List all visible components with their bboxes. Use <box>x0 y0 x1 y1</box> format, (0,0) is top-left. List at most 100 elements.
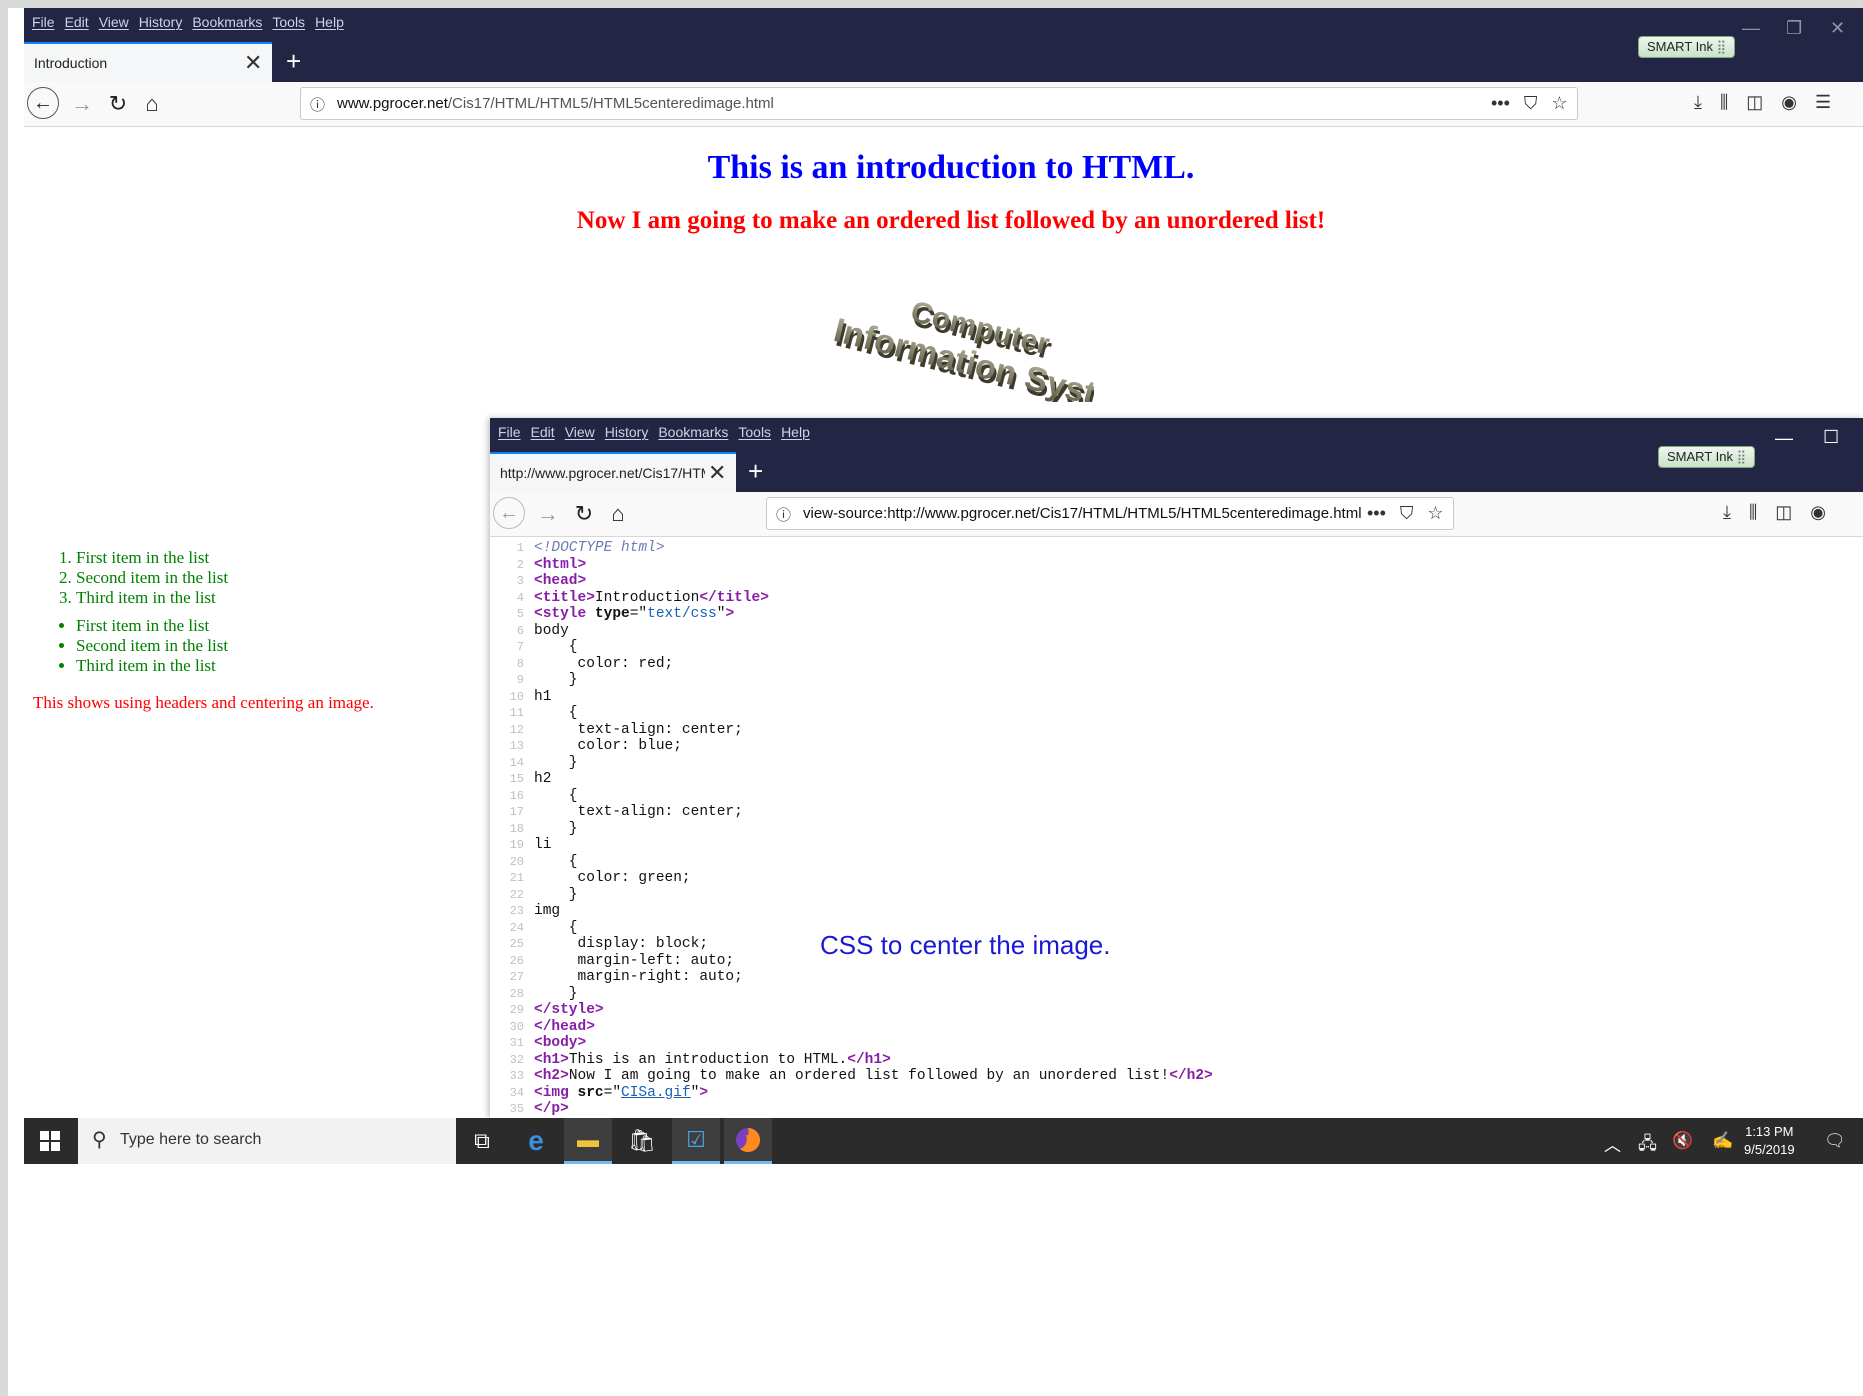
url-bar[interactable]: ⓘ view-source:http://www.pgrocer.net/Cis… <box>766 497 1454 530</box>
code-token: } <box>534 886 578 903</box>
sidebar-icon[interactable]: ◫ <box>1746 92 1763 113</box>
code-token: <head> <box>534 573 587 589</box>
menu-item-view[interactable]: View <box>99 14 129 30</box>
start-button[interactable] <box>24 1118 76 1164</box>
new-tab-icon[interactable]: + <box>286 46 301 77</box>
site-info-icon[interactable]: ⓘ <box>776 504 791 525</box>
tab-title: http://www.pgrocer.net/Cis17/HTM <box>500 465 705 481</box>
account-icon[interactable]: ◉ <box>1810 502 1826 523</box>
notes-app-icon[interactable]: ☑ <box>672 1118 720 1164</box>
search-placeholder: Type here to search <box>120 1131 262 1148</box>
notifications-icon[interactable]: 🗨 <box>1824 1131 1846 1151</box>
site-info-icon[interactable]: ⓘ <box>310 94 325 115</box>
forward-icon[interactable]: → <box>534 500 562 528</box>
reload-icon[interactable]: ↻ <box>104 90 132 118</box>
search-icon: ⚲ <box>92 1129 107 1151</box>
menu-item-bookmarks[interactable]: Bookmarks <box>658 424 728 440</box>
tab-bar: Introduction ✕ + SMART Ink ⣿ — ❐ ✕ <box>24 18 1863 82</box>
smart-ink-button[interactable]: SMART Ink ⣿ <box>1658 446 1756 468</box>
minimize-icon[interactable]: — <box>1742 18 1760 39</box>
taskbar-search[interactable]: ⚲ Type here to search <box>78 1118 456 1164</box>
menu-item-edit[interactable]: Edit <box>531 424 555 440</box>
library-icon[interactable]: ⫼ <box>1749 502 1757 523</box>
code-token: color: blue; <box>534 738 682 754</box>
code-token: margin-left: auto; <box>534 952 735 969</box>
file-explorer-icon[interactable]: ▬ <box>564 1118 612 1164</box>
clock[interactable]: 1:13 PM 9/5/2019 <box>1744 1123 1795 1159</box>
back-icon[interactable]: ← <box>27 87 59 119</box>
volume-muted-icon[interactable]: 🔇 <box>1672 1131 1693 1151</box>
restore-icon[interactable]: ❐ <box>1786 18 1802 39</box>
code-token: li <box>534 837 552 853</box>
code-token: color: red; <box>534 655 674 672</box>
pocket-icon[interactable]: ⛉ <box>1524 93 1538 114</box>
tab-view-source[interactable]: http://www.pgrocer.net/Cis17/HTM ✕ <box>490 452 736 492</box>
maximize-icon[interactable]: ☐ <box>1823 427 1839 448</box>
menu-item-edit[interactable]: Edit <box>65 14 89 30</box>
code-token: body <box>534 622 569 639</box>
menu-item-tools[interactable]: Tools <box>738 424 771 440</box>
code-token: } <box>534 820 578 837</box>
code-line: 35 </p> <box>490 1101 1863 1118</box>
code-line: 30 </head> <box>490 1019 1863 1036</box>
code-line: 7 { <box>490 639 1863 656</box>
menu-item-tools[interactable]: Tools <box>272 14 305 30</box>
page-actions-icon[interactable]: ••• <box>1491 93 1510 114</box>
task-view-icon[interactable]: ⧉ <box>458 1118 506 1164</box>
code-token: <img <box>534 1084 578 1101</box>
code-line: 31 <body> <box>490 1035 1863 1052</box>
list-item: Second item in the list <box>76 636 228 656</box>
menu-item-history[interactable]: History <box>139 14 183 30</box>
network-icon[interactable]: 🖧 <box>1638 1131 1657 1160</box>
home-icon[interactable]: ⌂ <box>604 500 632 528</box>
show-hidden-icons-icon[interactable]: ︿ <box>1604 1131 1621 1156</box>
menu-item-file[interactable]: File <box>498 424 521 440</box>
menu-item-bookmarks[interactable]: Bookmarks <box>192 14 262 30</box>
menu-item-help[interactable]: Help <box>315 14 344 30</box>
bookmark-star-icon[interactable]: ☆ <box>1427 503 1443 524</box>
list-item: Second item in the list <box>76 568 228 588</box>
new-tab-icon[interactable]: + <box>748 456 763 487</box>
store-icon[interactable]: 🛍 <box>618 1118 666 1164</box>
line-number: 17 <box>509 805 524 819</box>
code-line: 20 { <box>490 854 1863 871</box>
windows-logo-icon <box>40 1131 60 1151</box>
firefox-icon[interactable] <box>724 1118 772 1164</box>
minimize-icon[interactable]: — <box>1775 428 1793 449</box>
menu-bar: File Edit View History Bookmarks Tools Help <box>24 8 1863 36</box>
download-icon[interactable]: ⤓ <box>1723 502 1731 523</box>
source-link[interactable]: CISa.gif <box>621 1085 691 1102</box>
code-line: 10 h1 <box>490 689 1863 706</box>
menu-item-file[interactable]: File <box>32 14 55 30</box>
code-token: </h1> <box>847 1051 891 1068</box>
menu-icon[interactable]: ☰ <box>1815 92 1831 113</box>
menu-item-help[interactable]: Help <box>781 424 810 440</box>
code-token: type <box>594 606 630 622</box>
download-icon[interactable]: ⤓ <box>1694 92 1702 113</box>
code-token: =" <box>603 1084 622 1101</box>
pen-icon[interactable]: ✍ <box>1712 1131 1733 1151</box>
close-window-icon[interactable]: ✕ <box>1830 18 1845 39</box>
pocket-icon[interactable]: ⛉ <box>1400 503 1414 524</box>
code-token: { <box>534 919 578 936</box>
url-bar[interactable]: ⓘ www.pgrocer.net/Cis17/HTML/HTML5/HTML5… <box>300 87 1578 120</box>
page-actions-icon[interactable]: ••• <box>1367 503 1386 524</box>
close-tab-icon[interactable]: ✕ <box>244 50 262 76</box>
tab-introduction[interactable]: Introduction ✕ <box>24 42 272 82</box>
list-item: Third item in the list <box>76 588 228 608</box>
reload-icon[interactable]: ↻ <box>570 500 598 528</box>
list-item: First item in the list <box>76 548 228 568</box>
forward-icon[interactable]: → <box>68 90 96 118</box>
bookmark-star-icon[interactable]: ☆ <box>1551 93 1567 114</box>
edge-icon[interactable]: e <box>512 1118 560 1164</box>
menu-item-history[interactable]: History <box>605 424 649 440</box>
smart-ink-button[interactable]: SMART Ink ⣿ <box>1638 36 1736 58</box>
sidebar-icon[interactable]: ◫ <box>1775 502 1792 523</box>
close-tab-icon[interactable]: ✕ <box>708 460 726 486</box>
back-icon[interactable]: ← <box>493 497 525 529</box>
account-icon[interactable]: ◉ <box>1781 92 1797 113</box>
library-icon[interactable]: ⫼ <box>1720 92 1728 113</box>
source-code-view: 1 <!DOCTYPE html> 2 <html> 3 <head> 4 <title> In… <box>490 540 1863 1118</box>
menu-item-view[interactable]: View <box>565 424 595 440</box>
home-icon[interactable]: ⌂ <box>138 90 166 118</box>
